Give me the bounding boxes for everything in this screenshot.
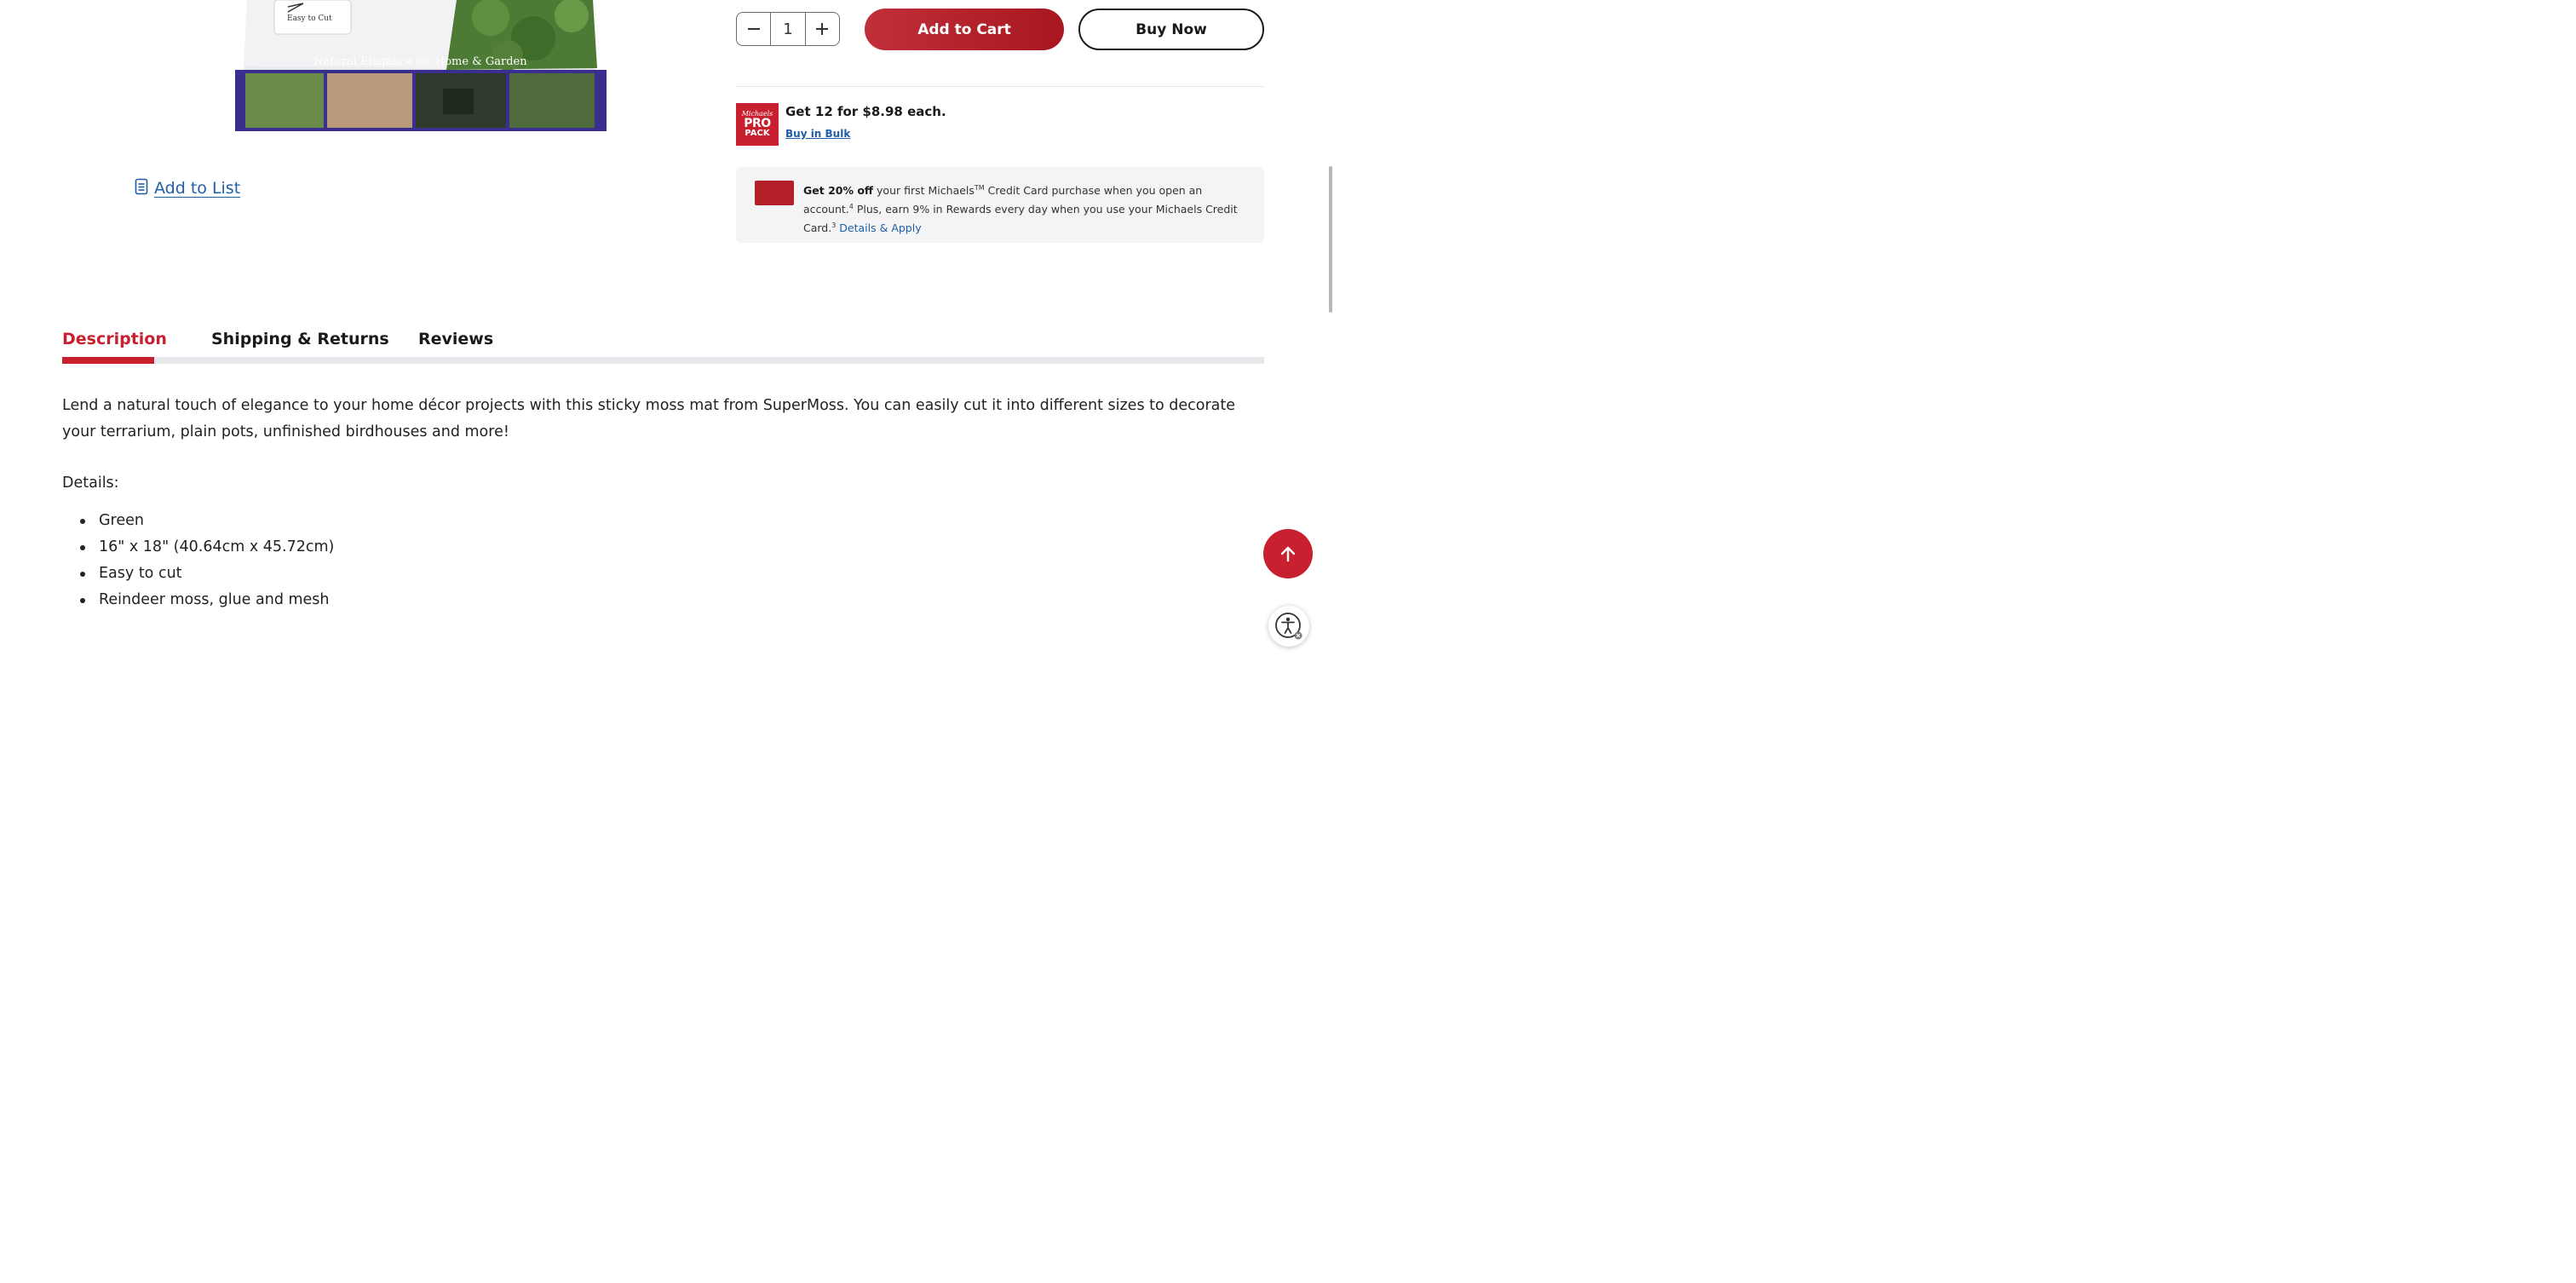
details-list: Green 16" x 18" (40.64cm x 45.72cm) Easy…	[62, 508, 334, 613]
minus-icon	[747, 28, 760, 30]
credit-card-promo: Get 20% off your first MichaelsTM Credit…	[736, 167, 1264, 243]
scroll-to-top-button[interactable]	[1263, 529, 1313, 578]
decrease-quantity-button[interactable]	[737, 13, 770, 45]
add-to-list-label: Add to List	[154, 179, 241, 198]
tab-reviews[interactable]: Reviews	[418, 330, 493, 348]
image-easy-cut-label: Easy to Cut	[287, 14, 332, 23]
image-tagline: Natural Elegance for Home & Garden	[313, 55, 527, 68]
tab-description[interactable]: Description	[62, 330, 167, 348]
tabs-track	[62, 357, 1264, 364]
product-description: Lend a natural touch of elegance to your…	[62, 397, 1236, 440]
active-tab-indicator	[62, 357, 154, 364]
buy-now-button[interactable]: Buy Now	[1078, 9, 1264, 50]
list-item: Reindeer moss, glue and mesh	[62, 587, 334, 613]
list-item: Easy to cut	[62, 561, 334, 587]
list-item: Green	[62, 508, 334, 534]
accessibility-icon	[1275, 613, 1302, 640]
credit-card-promo-text: Get 20% off your first MichaelsTM Credit…	[803, 184, 1238, 235]
page-scrollbar[interactable]	[1329, 166, 1332, 313]
credit-card-image	[755, 181, 794, 205]
list-item: 16" x 18" (40.64cm x 45.72cm)	[62, 534, 334, 561]
buy-in-bulk-link[interactable]: Buy in Bulk	[785, 128, 850, 140]
list-icon	[135, 178, 148, 198]
add-to-cart-button[interactable]: Add to Cart	[865, 9, 1064, 50]
pro-pack-logo: Michaels PRO PACK	[736, 103, 779, 146]
tab-shipping-returns[interactable]: Shipping & Returns	[211, 330, 389, 348]
arrow-up-icon	[1280, 546, 1296, 562]
divider	[736, 86, 1264, 87]
increase-quantity-button[interactable]	[806, 13, 839, 45]
details-apply-link[interactable]: Details & Apply	[836, 222, 921, 234]
quantity-input[interactable]: 1	[770, 13, 806, 45]
bulk-price-text: Get 12 for $8.98 each.	[785, 104, 946, 119]
plus-icon	[816, 23, 829, 35]
quantity-stepper: 1	[736, 12, 840, 46]
details-label: Details:	[62, 475, 119, 492]
accessibility-button[interactable]	[1268, 606, 1309, 647]
add-to-list-link[interactable]: Add to List	[135, 178, 240, 198]
